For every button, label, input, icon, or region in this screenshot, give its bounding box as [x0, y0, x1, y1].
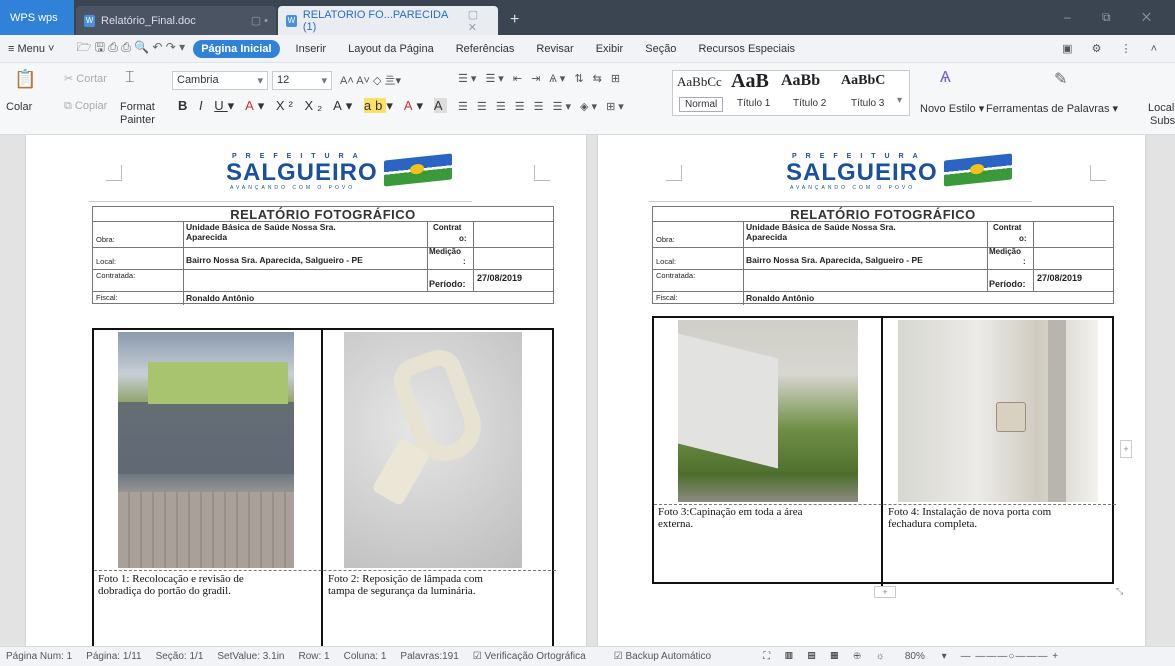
document-tab-2[interactable]: W RELATORIO FO...PARECIDA (1) ▢ ✕	[278, 6, 498, 35]
photo-table: Foto 3:Capinação em toda a área externa. …	[652, 316, 1116, 586]
flag-icon	[944, 153, 1012, 187]
report-title: RELATÓRIO FOTOGRÁFICO	[230, 207, 416, 222]
photo-2-lamp	[344, 332, 522, 568]
cut-button[interactable]: ✂ Cortar	[64, 72, 107, 85]
photo-1-caption: Foto 1: Recolocação e revisão de dobradiç…	[98, 573, 244, 597]
tab-secao[interactable]: Seção	[645, 43, 676, 55]
font-name-input[interactable]: Cambria ▾	[172, 71, 268, 90]
style-heading3-label: Título 3	[851, 98, 885, 109]
photo-2-caption: Foto 2: Reposição de lâmpada com tampa de…	[328, 573, 483, 597]
style-normal-label: Normal	[679, 97, 724, 112]
style-heading2-label: Título 2	[793, 98, 827, 109]
status-bar: Página Num: 1 Página: 1/11 Seção: 1/1 Se…	[0, 646, 1175, 666]
photo-3-caption: Foto 3:Capinação em toda a área externa.	[658, 506, 803, 530]
font-style-icons[interactable]: B I U▾ A▾ X² X₂ A▾ ab▾ A▾ A	[178, 98, 447, 114]
ribbon-toolbar: 📋 Colar ✂ Cortar ⧉ Copiar ⌶ Format Paint…	[0, 63, 1175, 135]
menu-bar: ≡ Menu ˅ 🗁 🖫 ⎙ ⎙ 🔍 ↶ ↷ ▾ Página Inicial …	[0, 35, 1175, 63]
style-heading2-preview[interactable]: AaBb	[781, 72, 820, 90]
quick-access-icons[interactable]: 🗁 🖫 ⎙ ⎙ 🔍 ↶ ↷ ▾	[76, 38, 185, 59]
add-row-button[interactable]: +	[874, 586, 896, 598]
format-painter-label: Painter	[120, 114, 155, 126]
tab-inserir[interactable]: Inserir	[296, 43, 327, 55]
margin-corner	[1090, 165, 1106, 181]
margin-corner	[106, 165, 122, 181]
margin-corner	[666, 165, 682, 181]
style-gallery[interactable]: AaBbCc AaB AaBb AaBbC Normal Título 1 Tí…	[672, 70, 910, 116]
tab-pagina-inicial[interactable]: Página Inicial	[193, 39, 280, 58]
view-mode-icons[interactable]: ⛶ ▥ ▤ ▦ ⊕ ☼	[763, 651, 891, 662]
new-style-button[interactable]: Novo Estilo ▾	[920, 102, 984, 115]
tab-menu-icon[interactable]: ▢ •	[251, 14, 268, 27]
paste-icon[interactable]: 📋	[14, 69, 36, 90]
align-icons[interactable]: ☰ ☰ ☰ ☰ ☰ ☰▾ ◈▾ ⊞▾	[458, 100, 627, 113]
copy-button[interactable]: ⧉ Copiar	[64, 100, 107, 113]
style-gallery-scroll[interactable]: ▾	[897, 95, 902, 106]
settings-icon[interactable]: ▣ ⚙ ⋮ ˄	[1062, 42, 1165, 55]
photo-4-door	[898, 320, 1098, 502]
new-style-icon: Ѧ	[940, 69, 951, 86]
status-setvalue: SetValue: 3.1in	[217, 651, 285, 662]
style-heading1-preview[interactable]: AaB	[731, 70, 769, 93]
font-grow-icons[interactable]: A˄ A˅ ◇ 亖▾	[340, 72, 401, 88]
status-row: Row: 1	[298, 651, 330, 662]
photo-3-weeding	[678, 320, 858, 502]
photo-table: Foto 1: Recolocação e revisão de dobradiç…	[92, 328, 556, 646]
zoom-level[interactable]: 80% ▾	[905, 651, 947, 662]
spell-check-button[interactable]: ☑ Verificação Ortográfica	[473, 651, 600, 662]
table-resize-icon[interactable]: ⤡	[1116, 586, 1123, 597]
status-section: Seção: 1/1	[155, 651, 204, 662]
locate-label: Subs	[1150, 115, 1175, 127]
style-normal-preview[interactable]: AaBbCc	[677, 74, 722, 90]
list-icons[interactable]: ☰▾ ☰▾ ⇤ ⇥ Ѧ▾ ⇅ ⇆ ⊞	[458, 72, 623, 85]
paste-button[interactable]: Colar	[6, 101, 32, 113]
tab-recursos[interactable]: Recursos Especiais	[698, 43, 795, 55]
auto-backup-button[interactable]: ☑ Backup Automático	[614, 651, 725, 662]
style-heading1-label: Título 1	[737, 98, 771, 109]
status-page-num[interactable]: Página Num: 1	[6, 651, 72, 662]
zoom-slider[interactable]: — ———○——— +	[961, 651, 1059, 662]
report-header-table: RELATÓRIO FOTOGRÁFICO Obra: Unidade Bási…	[652, 206, 1114, 305]
locate-button[interactable]: Local	[1148, 102, 1174, 114]
tab-exibir[interactable]: Exibir	[596, 43, 624, 55]
word-tools-icon: ✎	[1054, 71, 1068, 88]
new-tab-icon[interactable]: +	[510, 11, 519, 29]
style-heading3-preview[interactable]: AaBbC	[841, 73, 885, 89]
main-menu-button[interactable]: ≡ Menu ˅	[8, 43, 54, 55]
word-tools-button[interactable]: Ferramentas de Palavras ▾	[986, 102, 1118, 115]
report-header-table: RELATÓRIO FOTOGRÁFICO Obra: Unidade Bási…	[92, 206, 554, 305]
tab-referencias[interactable]: Referências	[456, 43, 515, 55]
tab-revisar[interactable]: Revisar	[536, 43, 573, 55]
close-icon[interactable]: ▢ ✕	[468, 8, 490, 34]
font-size-input[interactable]: 12 ▾	[272, 71, 332, 90]
format-painter-icon[interactable]: ⌶	[125, 69, 135, 87]
document-tab-1[interactable]: W Relatório_Final.doc ▢ •	[76, 6, 276, 35]
photo-1-gate	[118, 332, 294, 568]
title-bar: WPS wps W Relatório_Final.doc ▢ • W RELATOR…	[0, 0, 1175, 35]
document-page-2[interactable]: PREFEITURA SALGUEIRO AVANÇANDO COM O POV…	[598, 135, 1145, 646]
doc-icon: W	[286, 14, 297, 27]
salgueiro-logo: PREFEITURA SALGUEIRO AVANÇANDO COM O POV…	[226, 153, 458, 195]
flag-icon	[384, 153, 452, 187]
document-workspace[interactable]: 🗎 ▾ PREFEITURA SALGUEIRO AVANÇANDO COM O…	[0, 135, 1175, 646]
add-column-button[interactable]: +	[1120, 440, 1132, 458]
document-page-1[interactable]: PREFEITURA SALGUEIRO AVANÇANDO COM O POV…	[26, 135, 586, 646]
status-column: Coluna: 1	[343, 651, 387, 662]
doc-icon: W	[84, 14, 95, 27]
status-words[interactable]: Palavras:191	[400, 651, 458, 662]
window-controls[interactable]: – ⧉ ✕	[1064, 10, 1165, 25]
salgueiro-logo: PREFEITURA SALGUEIRO AVANÇANDO COM O POV…	[786, 153, 1018, 195]
photo-4-caption: Foto 4: Instalação de nova porta com fech…	[888, 506, 1052, 530]
wps-home-tab[interactable]: WPS wps	[0, 0, 74, 35]
margin-corner	[534, 165, 550, 181]
status-page[interactable]: Página: 1/11	[86, 651, 141, 662]
tab-layout[interactable]: Layout da Página	[348, 43, 434, 55]
format-painter-button[interactable]: Format	[120, 101, 155, 113]
report-title: RELATÓRIO FOTOGRÁFICO	[790, 207, 976, 222]
